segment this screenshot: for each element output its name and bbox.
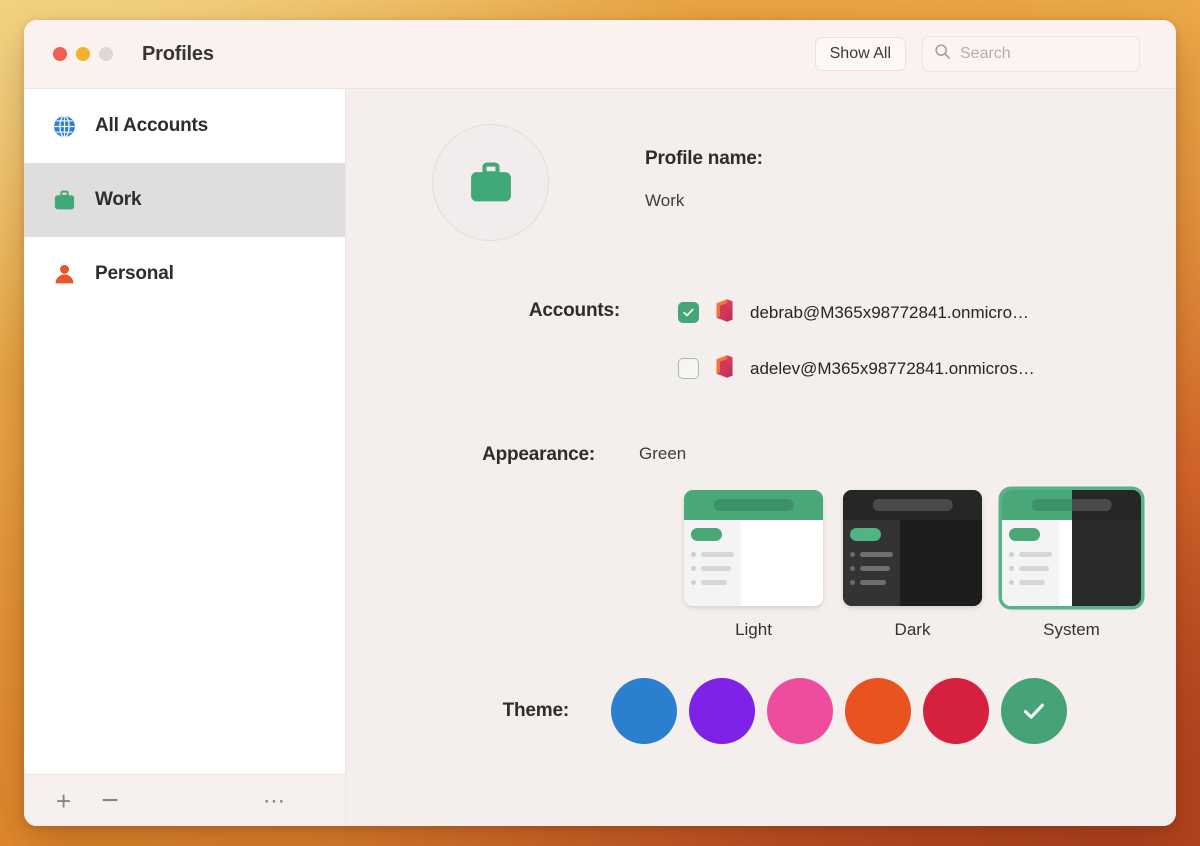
remove-profile-button[interactable]: −	[93, 785, 127, 816]
appearance-option-light: Light	[684, 490, 823, 640]
dark-theme-preview[interactable]	[843, 490, 982, 606]
theme-swatch-orange[interactable]	[845, 678, 911, 744]
profile-header: Profile name: Work	[432, 124, 1176, 241]
profile-name-value: Work	[645, 191, 685, 210]
appearance-value: Green	[639, 444, 687, 463]
traffic-light-buttons	[53, 47, 113, 61]
sidebar-item-label: Work	[95, 189, 142, 210]
light-theme-preview[interactable]	[684, 490, 823, 606]
window-titlebar: Profiles Show All Search	[24, 20, 1176, 89]
accounts-list: debrab@M365x98772841.onmicro… adelev@M36…	[678, 297, 1035, 384]
titlebar-actions: Show All Search	[814, 36, 1140, 72]
avatar[interactable]	[432, 124, 549, 241]
appearance-option-label: Light	[735, 620, 772, 639]
globe-icon	[51, 113, 77, 139]
appearance-option-label: Dark	[894, 620, 931, 639]
briefcase-icon	[51, 187, 77, 213]
maximize-window-icon[interactable]	[99, 47, 113, 61]
appearance-section: Appearance: Green	[432, 444, 1176, 466]
profile-name-label: Profile name:	[645, 148, 763, 169]
appearance-options: Light Dark System	[684, 490, 1176, 640]
theme-swatch-pink[interactable]	[767, 678, 833, 744]
profile-name-block: Profile name: Work	[645, 124, 763, 211]
close-window-icon[interactable]	[53, 47, 67, 61]
check-icon	[1023, 703, 1044, 719]
accounts-label: Accounts:	[528, 300, 620, 321]
profiles-window: Profiles Show All Search All Accounts Wo…	[24, 20, 1176, 826]
system-preview-light-half	[1002, 490, 1072, 606]
theme-swatch-purple[interactable]	[689, 678, 755, 744]
theme-label: Theme:	[502, 700, 570, 721]
office-icon	[713, 298, 736, 328]
search-placeholder: Search	[960, 45, 1011, 62]
minimize-window-icon[interactable]	[76, 47, 90, 61]
search-field[interactable]: Search	[922, 36, 1140, 72]
profiles-sidebar: All Accounts Work Personal + − ⋯	[24, 89, 346, 826]
account-row[interactable]: adelev@M365x98772841.onmicros…	[678, 353, 1035, 384]
more-options-button[interactable]: ⋯	[255, 789, 295, 812]
office-icon	[713, 354, 736, 384]
theme-swatches	[611, 678, 1067, 744]
account-checkbox-checked[interactable]	[678, 302, 699, 323]
profile-detail-pane: Profile name: Work Accounts: debrab@M365…	[346, 89, 1176, 826]
theme-section: Theme:	[432, 678, 1176, 744]
theme-swatch-green-selected[interactable]	[1001, 678, 1067, 744]
person-icon	[51, 261, 77, 287]
sidebar-item-label: Personal	[95, 263, 174, 284]
appearance-label: Appearance:	[482, 444, 595, 465]
search-icon	[934, 43, 951, 65]
sidebar-footer-toolbar: + − ⋯	[24, 774, 345, 826]
sidebar-item-all-accounts[interactable]: All Accounts	[24, 89, 345, 163]
appearance-option-dark: Dark	[843, 490, 982, 640]
system-theme-preview[interactable]	[1002, 490, 1141, 606]
account-email: adelev@M365x98772841.onmicros…	[750, 358, 1035, 378]
sidebar-item-work[interactable]: Work	[24, 163, 345, 237]
add-profile-button[interactable]: +	[48, 788, 79, 814]
system-preview-dark-half	[1071, 490, 1141, 606]
theme-swatch-red[interactable]	[923, 678, 989, 744]
account-row[interactable]: debrab@M365x98772841.onmicro…	[678, 297, 1035, 328]
briefcase-icon	[470, 162, 511, 201]
window-title: Profiles	[142, 42, 214, 65]
sidebar-item-label: All Accounts	[95, 115, 209, 136]
check-icon	[683, 308, 694, 317]
theme-swatch-blue[interactable]	[611, 678, 677, 744]
accounts-section: Accounts: debrab@M365x98772841.onmicro… …	[432, 297, 1176, 384]
account-checkbox-unchecked[interactable]	[678, 358, 699, 379]
account-email: debrab@M365x98772841.onmicro…	[750, 302, 1030, 322]
appearance-option-label: System	[1043, 620, 1100, 639]
show-all-button[interactable]: Show All	[814, 37, 906, 71]
appearance-option-system: System	[1002, 490, 1141, 640]
sidebar-item-personal[interactable]: Personal	[24, 237, 345, 311]
